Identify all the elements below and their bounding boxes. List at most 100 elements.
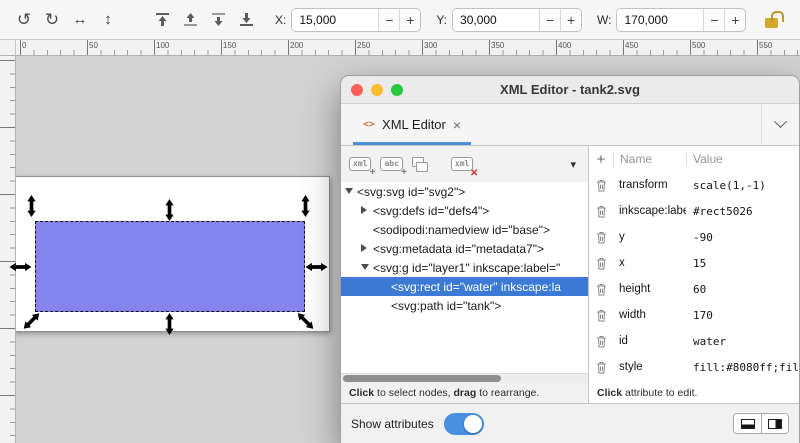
tree-node-metadata[interactable]: <svg:metadata id="metadata7"> (341, 239, 588, 258)
value-pane-bottom-button[interactable] (734, 414, 761, 433)
new-element-node-button[interactable]: xml + (349, 152, 371, 176)
scale-handle-top[interactable] (164, 199, 175, 221)
attribute-name[interactable]: y (613, 231, 686, 243)
ruler-tick-label: 100 (156, 41, 169, 50)
xml-node-toolbar: xml + abc + xml ✕ ▾ (341, 146, 588, 182)
attribute-value[interactable]: #rect5026 (686, 205, 799, 218)
delete-attribute-button[interactable] (589, 283, 613, 296)
attribute-value[interactable]: 170 (686, 309, 799, 322)
width-input[interactable]: 170,000 (617, 9, 703, 31)
attribute-value[interactable]: 15 (686, 257, 799, 270)
minimize-window-button[interactable] (371, 84, 383, 96)
node-menu-dropdown[interactable]: ▾ (570, 158, 576, 171)
attribute-name[interactable]: height (613, 283, 686, 295)
width-decrement-button[interactable]: − (703, 9, 724, 31)
delete-attribute-button[interactable] (589, 205, 613, 218)
delete-attribute-button[interactable] (589, 231, 613, 244)
raise-to-top-button[interactable] (148, 6, 176, 34)
y-decrement-button[interactable]: − (539, 9, 560, 31)
close-window-button[interactable] (351, 84, 363, 96)
xml-doc-icon: <> (363, 119, 375, 130)
y-coordinate-control: Y: 30,000 − + (436, 8, 582, 32)
attribute-value[interactable]: fill:#8080ff;fill- (686, 361, 799, 374)
attribute-value[interactable]: water (686, 335, 799, 348)
attribute-row[interactable]: id water (589, 328, 799, 354)
show-attributes-toggle[interactable] (444, 413, 484, 435)
width-increment-button[interactable]: + (724, 9, 745, 31)
attribute-value[interactable]: -90 (686, 231, 799, 244)
tab-close-icon[interactable]: × (453, 117, 461, 133)
x-badge: ✕ (470, 168, 478, 179)
rotate-ccw-button[interactable]: ↺ (10, 6, 38, 34)
new-text-node-button[interactable]: abc + (380, 152, 402, 176)
lock-ratio-button[interactable] (758, 7, 784, 33)
expander-icon[interactable] (361, 206, 367, 214)
flip-vertical-button[interactable]: ↕ (94, 6, 122, 34)
scale-handle-top-right[interactable] (300, 195, 311, 217)
add-attribute-button[interactable]: + (589, 151, 613, 168)
raise-button[interactable] (176, 6, 204, 34)
attribute-value[interactable]: scale(1,-1) (686, 179, 799, 192)
delete-attribute-button[interactable] (589, 179, 613, 192)
scrollbar-thumb[interactable] (343, 375, 501, 382)
value-pane-right-button[interactable] (761, 414, 788, 433)
x-increment-button[interactable]: + (399, 9, 420, 31)
selected-water-rect[interactable] (35, 221, 305, 312)
ruler-corner (0, 40, 16, 56)
tree-node-svg[interactable]: <svg:svg id="svg2"> (341, 182, 588, 201)
tree-node-layer[interactable]: <svg:g id="layer1" inkscape:label=" (341, 258, 588, 277)
lower-to-bottom-button[interactable] (232, 6, 260, 34)
tree-node-tank-path[interactable]: <svg:path id="tank"> (341, 296, 588, 315)
tab-overflow-button[interactable] (761, 104, 799, 145)
attribute-row[interactable]: y -90 (589, 224, 799, 250)
delete-attribute-button[interactable] (589, 335, 613, 348)
attribute-row[interactable]: transform scale(1,-1) (589, 172, 799, 198)
trash-icon (596, 257, 607, 270)
attribute-name[interactable]: x (613, 257, 686, 269)
flip-horizontal-icon: ↔ (73, 12, 88, 27)
flip-horizontal-button[interactable]: ↔ (66, 6, 94, 34)
attribute-name[interactable]: transform (613, 179, 686, 191)
y-increment-button[interactable]: + (560, 9, 581, 31)
attribute-row[interactable]: x 15 (589, 250, 799, 276)
tree-node-water-rect[interactable]: <svg:rect id="water" inkscape:la (341, 277, 588, 296)
attribute-row[interactable]: height 60 (589, 276, 799, 302)
scale-handle-left[interactable] (10, 262, 32, 273)
attribute-value[interactable]: 60 (686, 283, 799, 296)
delete-attribute-button[interactable] (589, 257, 613, 270)
delete-node-button[interactable]: xml ✕ (451, 152, 473, 176)
attribute-name[interactable]: id (613, 335, 686, 347)
scale-handle-bottom[interactable] (164, 313, 175, 335)
toggle-knob (464, 415, 482, 433)
xml-node-tree: <svg:svg id="svg2"> <svg:defs id="defs4"… (341, 182, 588, 373)
rotate-cw-button[interactable]: ↻ (38, 6, 66, 34)
attribute-row[interactable]: width 170 (589, 302, 799, 328)
scale-handle-right[interactable] (306, 262, 328, 273)
delete-attribute-button[interactable] (589, 361, 613, 374)
expander-icon[interactable] (361, 264, 369, 270)
attribute-name[interactable]: inkscape:label (613, 205, 686, 217)
value-pane-layout-group (733, 413, 789, 434)
tab-xml-editor[interactable]: <> XML Editor × (351, 104, 473, 145)
x-input[interactable]: 15,000 (292, 9, 378, 31)
attribute-row[interactable]: inkscape:label #rect5026 (589, 198, 799, 224)
tree-node-namedview[interactable]: <sodipodi:namedview id="base"> (341, 220, 588, 239)
tree-horizontal-scrollbar[interactable] (341, 373, 588, 383)
tree-node-defs[interactable]: <svg:defs id="defs4"> (341, 201, 588, 220)
attribute-row[interactable]: style fill:#8080ff;fill- (589, 354, 799, 380)
attribute-name[interactable]: style (613, 361, 686, 373)
x-decrement-button[interactable]: − (378, 9, 399, 31)
trash-icon (596, 309, 607, 322)
expander-icon[interactable] (361, 244, 367, 252)
delete-attribute-button[interactable] (589, 309, 613, 322)
vertical-ruler[interactable] (0, 56, 16, 443)
dialog-titlebar[interactable]: XML Editor - tank2.svg (341, 76, 799, 104)
attribute-name[interactable]: width (613, 309, 686, 321)
attributes-list: transform scale(1,-1) inkscape:label #re… (589, 172, 799, 383)
horizontal-ruler[interactable]: 0 50 100 150 200 250 300 350 400 450 500… (16, 40, 800, 56)
duplicate-node-button[interactable] (412, 152, 428, 176)
lower-button[interactable] (204, 6, 232, 34)
expander-icon[interactable] (345, 188, 353, 194)
scale-handle-top-left[interactable] (26, 195, 37, 217)
y-input[interactable]: 30,000 (453, 9, 539, 31)
